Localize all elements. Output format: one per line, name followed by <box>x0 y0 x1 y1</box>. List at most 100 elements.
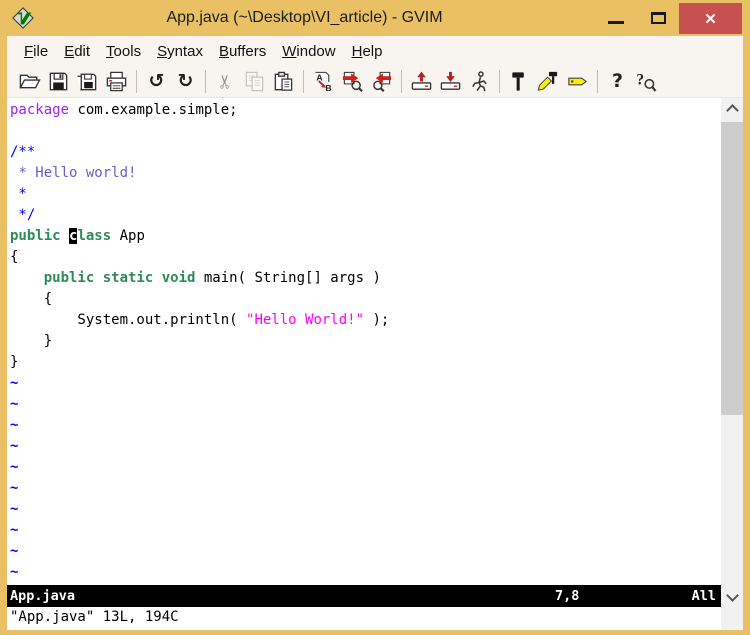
undo-glyph: ↺ <box>149 72 165 91</box>
find-help-icon[interactable]: ? <box>634 69 659 94</box>
tilde-line: ~ <box>10 394 721 415</box>
toolbar-separator <box>205 70 206 93</box>
redo-glyph: ↻ <box>178 72 194 91</box>
print-icon[interactable] <box>104 69 129 94</box>
session-save-icon[interactable] <box>438 69 463 94</box>
menu-syntax[interactable]: Syntax <box>149 39 211 64</box>
minimize-icon <box>608 21 624 24</box>
save-file-icon[interactable] <box>46 69 71 94</box>
toolbar-separator <box>597 70 598 93</box>
tilde-line: ~ <box>10 562 721 583</box>
menu-buffers[interactable]: Buffers <box>211 39 274 64</box>
code-segment: */ <box>10 207 35 223</box>
tag-jump-icon[interactable] <box>565 69 590 94</box>
paste-icon[interactable] <box>271 69 296 94</box>
close-icon: ✕ <box>704 10 717 28</box>
code-segment: { <box>10 291 52 307</box>
toolbar: ↺ ↻ ✂ AB?? <box>7 66 743 98</box>
code-segment: com.example.simple; <box>69 102 238 118</box>
code-line-4: * Hello world! <box>10 163 721 184</box>
toolbar-separator <box>303 70 304 93</box>
vertical-scrollbar[interactable] <box>721 98 743 630</box>
code-segment: main( String[] args ) <box>195 270 380 286</box>
code-segment: package <box>10 102 69 118</box>
code-segment: App <box>111 228 145 244</box>
find-replace-icon[interactable]: AB <box>311 69 336 94</box>
tilde-line: ~ <box>10 415 721 436</box>
redo-icon[interactable]: ↻ <box>173 69 198 94</box>
menu-window[interactable]: Window <box>274 39 343 64</box>
code-line-1: package com.example.simple; <box>10 100 721 121</box>
tilde-line: ~ <box>10 436 721 457</box>
menu-file[interactable]: File <box>16 39 56 64</box>
tilde-line: ~ <box>10 499 721 520</box>
code-segment: lass <box>77 228 111 244</box>
copy-icon <box>242 69 267 94</box>
make-icon[interactable] <box>507 69 532 94</box>
code-segment: public <box>10 228 61 244</box>
code-segment: } <box>10 354 18 370</box>
code-segment: * Hello world! <box>18 165 136 181</box>
code-area[interactable]: package com.example.simple; /** * Hello … <box>7 98 721 585</box>
scrollbar-thumb[interactable] <box>721 122 743 415</box>
window-title: App.java (~\Desktop\VI_article) - GVIM <box>34 9 595 27</box>
window-controls: ✕ <box>595 0 742 36</box>
help-glyph: ? <box>612 72 623 91</box>
find-prev-icon[interactable] <box>369 69 394 94</box>
svg-text:B: B <box>325 83 331 93</box>
window-content: FileEditToolsSyntaxBuffersWindowHelp ↺ ↻ ✂… <box>7 36 743 630</box>
code-segment: * <box>10 186 27 202</box>
scrollbar-down-button[interactable] <box>721 587 743 607</box>
menu-tools[interactable]: Tools <box>98 39 149 64</box>
session-load-icon[interactable] <box>409 69 434 94</box>
code-line-7: public class App <box>10 226 721 247</box>
find-next-icon[interactable] <box>340 69 365 94</box>
chevron-up-icon <box>726 104 739 117</box>
code-line-8: { <box>10 247 721 268</box>
menu-help[interactable]: Help <box>344 39 391 64</box>
code-segment: System.out.println( <box>10 312 246 328</box>
save-all-icon[interactable] <box>75 69 100 94</box>
tilde-column: ~~~~~~~~~~ <box>10 373 721 583</box>
code-segment <box>10 270 44 286</box>
editor-region: package com.example.simple; /** * Hello … <box>7 98 743 630</box>
toolbar-separator <box>136 70 137 93</box>
scrollbar-up-button[interactable] <box>721 98 743 118</box>
cut-icon: ✂ <box>213 69 238 94</box>
run-script-icon[interactable] <box>467 69 492 94</box>
tilde-line: ~ <box>10 520 721 541</box>
scroll-indicator: All <box>692 588 716 604</box>
toolbar-separator <box>499 70 500 93</box>
code-segment <box>61 228 69 244</box>
svg-text:?: ? <box>636 71 644 88</box>
command-line: "App.java" 13L, 194C <box>7 607 721 630</box>
code-line-10: { <box>10 289 721 310</box>
undo-icon[interactable]: ↺ <box>144 69 169 94</box>
close-button[interactable]: ✕ <box>679 3 742 34</box>
code-segment: /** <box>10 144 35 160</box>
vim-logo-icon <box>12 6 34 30</box>
tilde-line: ~ <box>10 457 721 478</box>
maximize-button[interactable] <box>637 2 679 34</box>
toolbar-separator <box>401 70 402 93</box>
menubar: FileEditToolsSyntaxBuffersWindowHelp <box>7 36 743 66</box>
code-line-2 <box>10 121 721 142</box>
chevron-down-icon <box>726 589 739 602</box>
editor-column: package com.example.simple; /** * Hello … <box>7 98 721 630</box>
menu-edit[interactable]: Edit <box>56 39 98 64</box>
tilde-line: ~ <box>10 541 721 562</box>
statusline: App.java 7,8 All <box>7 585 721 607</box>
code-line-9: public static void main( String[] args ) <box>10 268 721 289</box>
minimize-button[interactable] <box>595 2 637 34</box>
build-tags-icon[interactable] <box>536 69 561 94</box>
help-icon[interactable]: ? <box>605 69 630 94</box>
code-segment: public static void <box>44 270 196 286</box>
code-line-12: } <box>10 331 721 352</box>
code-line-13: } <box>10 352 721 373</box>
code-lines: package com.example.simple; /** * Hello … <box>10 100 721 373</box>
tilde-line: ~ <box>10 478 721 499</box>
code-line-11: System.out.println( "Hello World!" ); <box>10 310 721 331</box>
open-file-icon[interactable] <box>17 69 42 94</box>
cursor-position: 7,8 <box>555 588 579 604</box>
code-line-6: */ <box>10 205 721 226</box>
